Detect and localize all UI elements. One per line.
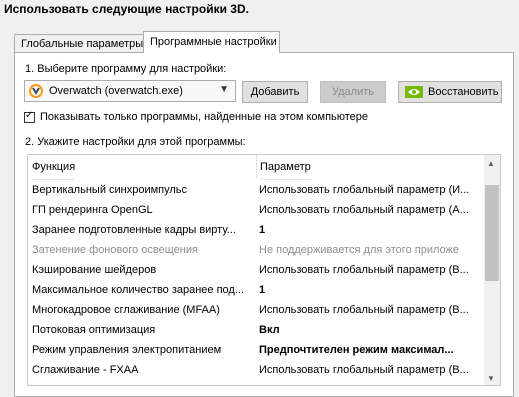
setting-value[interactable]: Использовать глобальный параметр (В... <box>259 260 477 280</box>
program-select[interactable]: Overwatch (overwatch.exe) ▼ <box>24 80 236 102</box>
setting-function: Кэширование шейдеров <box>32 264 157 276</box>
show-found-programs-label[interactable]: Показывать только программы, найденные н… <box>40 111 368 123</box>
table-row[interactable]: Потоковая оптимизация Вкл <box>28 320 484 340</box>
nvidia-icon <box>405 86 423 98</box>
table-row[interactable]: Заранее подготовленные кадры вирту... 1 <box>28 220 484 240</box>
table-row[interactable]: Режим управления электропитанием Предпочт… <box>28 340 484 360</box>
setting-value[interactable]: 1 <box>259 280 477 300</box>
vertical-scrollbar[interactable]: ▲ ▼ <box>484 155 500 385</box>
table-row[interactable]: Максимальное количество заранее под... 1 <box>28 280 484 300</box>
setting-value[interactable]: Использовать глобальный параметр (А... <box>259 200 477 220</box>
setting-value[interactable]: Использовать глобальный параметр (В... <box>259 300 477 320</box>
show-found-programs-checkbox[interactable]: ✓ <box>24 110 35 123</box>
table-row[interactable]: Многокадровое сглаживание (MFAA) Использо… <box>28 300 484 320</box>
setting-value[interactable]: 1 <box>259 220 477 240</box>
table-row[interactable]: ГП рендеринга OpenGL Использовать глобаль… <box>28 200 484 220</box>
step2-label: 2. Укажите настройки для этой программы: <box>25 136 246 148</box>
setting-value[interactable]: Вкл <box>259 320 477 340</box>
setting-function: Многокадровое сглаживание (MFAA) <box>32 304 220 316</box>
column-header-function[interactable]: Функция <box>32 155 76 180</box>
scroll-down-icon[interactable]: ▼ <box>487 374 495 383</box>
step1-label: 1. Выберите программу для настройки: <box>25 63 227 75</box>
restore-button[interactable]: Восстановить <box>398 81 502 103</box>
setting-function: Сглаживание - FXAA <box>32 364 139 376</box>
tab-global-settings[interactable]: Глобальные параметры <box>14 34 144 53</box>
setting-function: ГП рендеринга OpenGL <box>32 204 153 216</box>
tab-program-settings[interactable]: Программные настройки <box>143 31 280 53</box>
setting-value[interactable]: Использовать глобальный параметр (В... <box>259 360 477 380</box>
add-button[interactable]: Добавить <box>242 81 308 103</box>
chevron-down-icon: ▼ <box>219 84 229 95</box>
checkmark-icon: ✓ <box>25 110 34 121</box>
setting-function: Вертикальный синхроимпульс <box>32 184 188 196</box>
table-row[interactable]: Вертикальный синхроимпульс Использовать г… <box>28 180 484 200</box>
setting-value[interactable]: Использовать глобальный параметр (И... <box>259 180 477 200</box>
table-row[interactable]: Кэширование шейдеров Использовать глобаль… <box>28 260 484 280</box>
setting-function: Затенение фонового освещения <box>32 244 198 256</box>
scrollbar-thumb[interactable] <box>485 185 499 281</box>
setting-function: Максимальное количество заранее под... <box>32 284 245 296</box>
table-row[interactable]: Сглаживание - FXAA Использовать глобальны… <box>28 360 484 380</box>
setting-function: Режим управления электропитанием <box>32 344 222 356</box>
settings-table: Функция Параметр Вертикальный синхроимпу… <box>27 154 501 386</box>
setting-function: Потоковая оптимизация <box>32 324 156 336</box>
table-row[interactable]: Затенение фонового освещения Не поддержив… <box>28 240 484 260</box>
page-title: Использовать следующие настройки 3D. <box>4 2 249 16</box>
overwatch-icon <box>29 84 43 98</box>
restore-button-label: Восстановить <box>428 86 499 98</box>
setting-function: Заранее подготовленные кадры вирту... <box>32 224 236 236</box>
program-settings-panel: 1. Выберите программу для настройки: Ove… <box>14 52 514 397</box>
setting-value[interactable]: Предпочтителен режим максимал... <box>259 340 477 360</box>
remove-button[interactable]: Удалить <box>320 81 386 103</box>
column-header-parameter[interactable]: Параметр <box>260 155 311 180</box>
program-select-value: Overwatch (overwatch.exe) <box>49 85 183 97</box>
column-divider[interactable] <box>256 155 257 179</box>
scroll-up-icon[interactable]: ▲ <box>487 159 495 168</box>
setting-value[interactable]: Не поддерживается для этого приложе <box>259 240 477 260</box>
